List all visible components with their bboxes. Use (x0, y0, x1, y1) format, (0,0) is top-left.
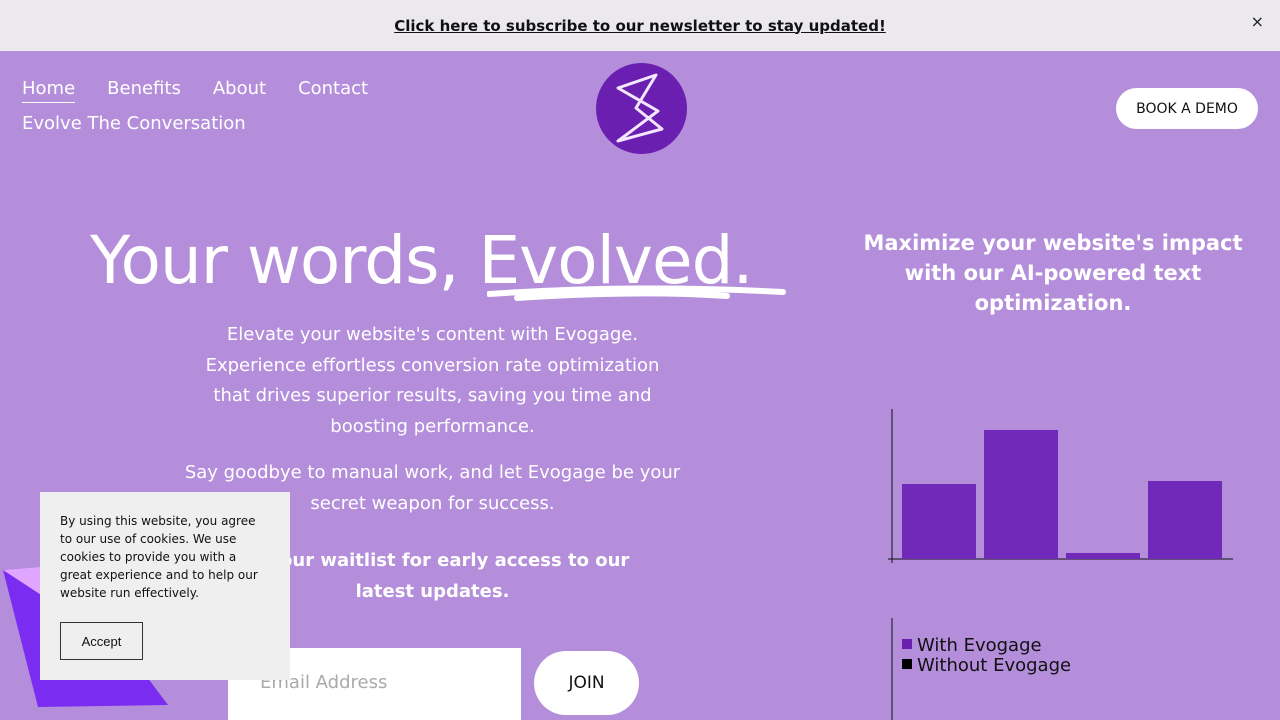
bar (984, 430, 1058, 559)
side-heading: Maximize your website's impact with our … (863, 231, 1243, 315)
cookie-banner: By using this website, you agree to our … (40, 492, 290, 680)
nav-home[interactable]: Home (22, 78, 76, 103)
bar (902, 484, 976, 559)
hero-title-a: Your words, (90, 222, 479, 299)
nav-about[interactable]: About (213, 78, 266, 99)
hero-paragraph-1: Elevate your website's content with Evog… (205, 324, 660, 437)
legend-item: With Evogage (902, 636, 1071, 656)
main-nav: Home Benefits About Contact Evolve The Conv… (22, 78, 400, 134)
legend-swatch (902, 659, 912, 669)
bar (1066, 553, 1140, 559)
book-demo-button[interactable]: BOOK A DEMO (1116, 88, 1258, 129)
bar (1148, 481, 1222, 559)
close-icon[interactable]: × (1251, 12, 1264, 31)
underline-swoosh (487, 285, 786, 301)
newsletter-banner: Click here to subscribe to our newslette… (0, 0, 1280, 51)
cookie-text: By using this website, you agree to our … (60, 514, 258, 600)
legend-item: Without Evogage (902, 656, 1071, 676)
accept-button[interactable]: Accept (60, 622, 143, 660)
nav-contact[interactable]: Contact (298, 78, 368, 99)
join-button[interactable]: JOIN (534, 651, 639, 715)
legend-label: Without Evogage (917, 655, 1072, 676)
legend-label: With Evogage (917, 635, 1042, 656)
nav-benefits[interactable]: Benefits (107, 78, 181, 99)
logo[interactable] (596, 63, 687, 154)
nav-evolve[interactable]: Evolve The Conversation (22, 113, 246, 134)
legend: With Evogage Without Evogage (902, 636, 1071, 676)
legend-swatch (902, 639, 912, 649)
newsletter-link[interactable]: Click here to subscribe to our newslette… (394, 17, 886, 35)
